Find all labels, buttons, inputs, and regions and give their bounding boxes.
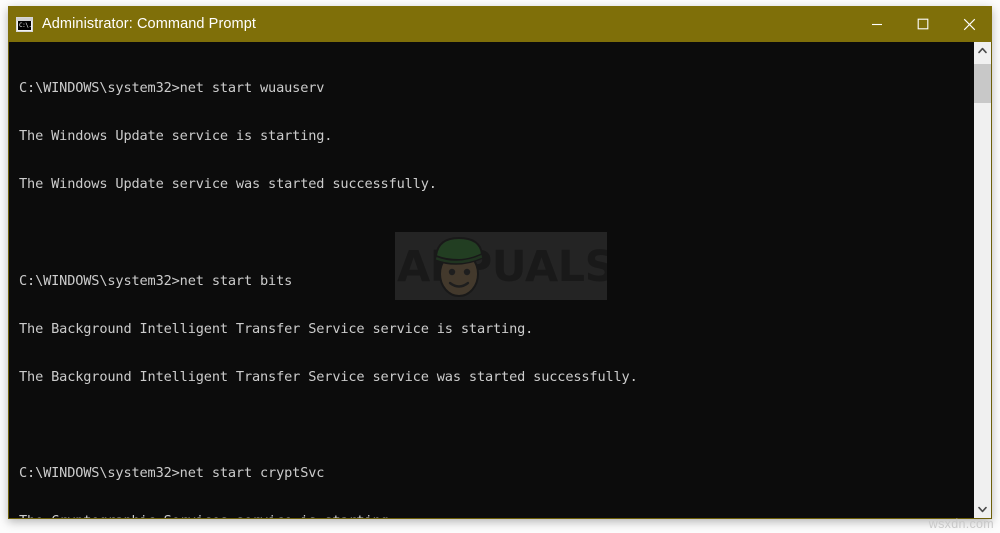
scroll-up-button[interactable] <box>974 42 991 59</box>
console-line: The Background Intelligent Transfer Serv… <box>19 320 534 337</box>
scrollbar-thumb[interactable] <box>974 64 991 103</box>
console-line: C:\WINDOWS\system32>net start cryptSvc <box>19 465 325 482</box>
scroll-down-button[interactable] <box>974 501 991 518</box>
page-canvas: C:\. Administrator: Command Prompt APPUA… <box>0 0 1000 533</box>
cmd-icon-glyph: C:\. <box>18 20 31 30</box>
console-line: The Background Intelligent Transfer Serv… <box>19 368 638 385</box>
window-title: Administrator: Command Prompt <box>42 16 257 32</box>
console-output[interactable]: C:\WINDOWS\system32>net start wuauserv T… <box>9 42 973 518</box>
minimize-button[interactable] <box>854 6 900 42</box>
maximize-button[interactable] <box>900 6 946 42</box>
console-line: C:\WINDOWS\system32>net start bits <box>19 272 293 289</box>
window-controls <box>854 6 992 42</box>
site-credit-watermark: wsxdn.com <box>928 517 994 531</box>
chevron-down-icon <box>978 506 987 513</box>
console-line: The Windows Update service is starting. <box>19 128 333 145</box>
console-line: The Windows Update service was started s… <box>19 176 437 193</box>
chevron-up-icon <box>978 47 987 54</box>
console-line: C:\WINDOWS\system32>net start wuauserv <box>19 80 325 97</box>
cmd-console-icon: C:\. <box>16 16 33 32</box>
close-icon <box>963 18 975 30</box>
console-line: The Cryptographic Services service is st… <box>19 513 973 518</box>
minimize-icon <box>872 23 882 26</box>
title-bar[interactable]: C:\. Administrator: Command Prompt <box>8 6 992 42</box>
scrollbar-track[interactable] <box>974 59 991 501</box>
maximize-icon <box>917 18 929 30</box>
console-area[interactable]: APPUALS C:\WINDOWS\system32>net start wu… <box>8 42 992 519</box>
vertical-scrollbar[interactable] <box>973 42 991 518</box>
close-button[interactable] <box>946 6 992 42</box>
command-prompt-window: C:\. Administrator: Command Prompt APPUA… <box>8 6 992 519</box>
